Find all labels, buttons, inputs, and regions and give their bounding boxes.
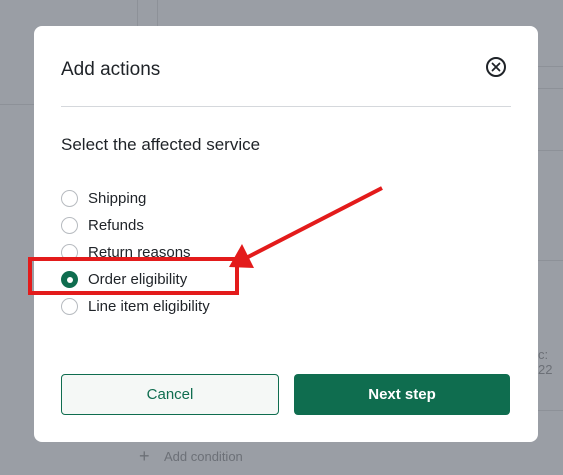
- annotation-arrow-icon: [229, 186, 383, 268]
